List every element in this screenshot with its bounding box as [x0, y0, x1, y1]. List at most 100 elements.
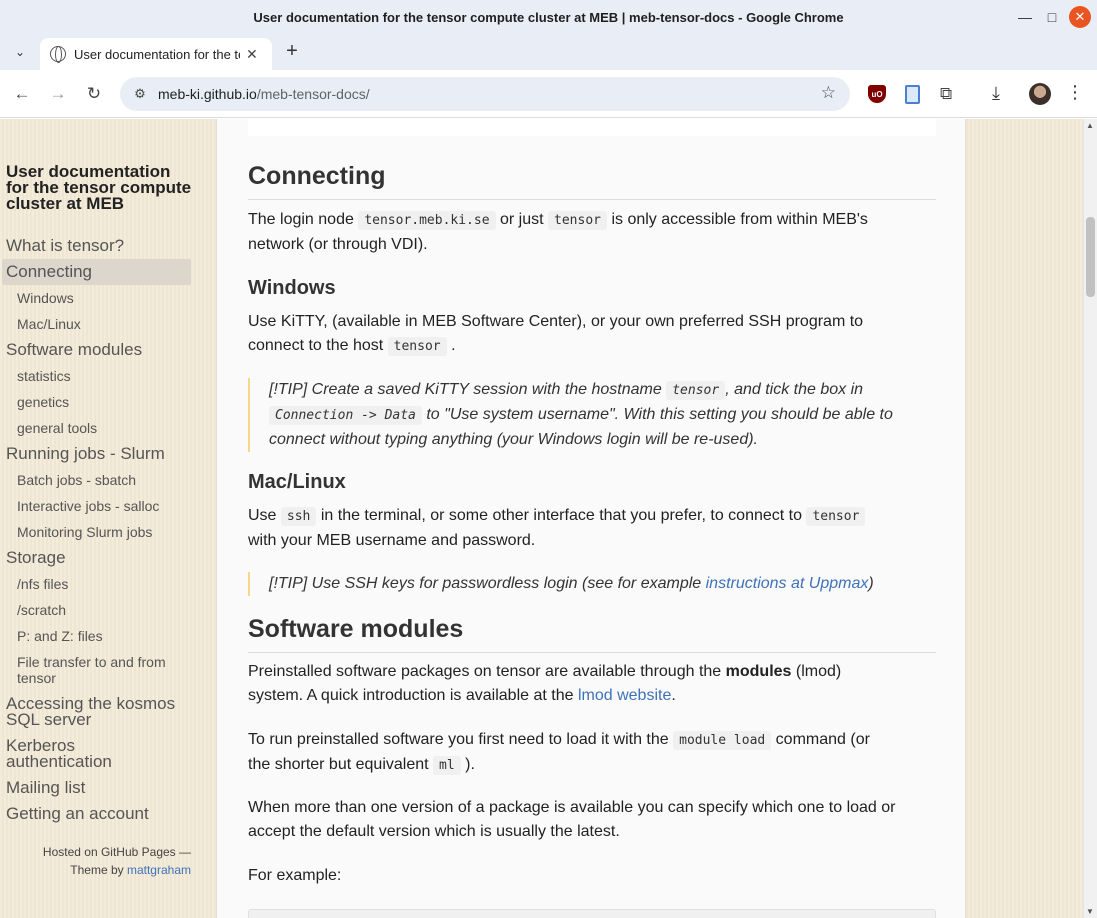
extensions-puzzle-icon[interactable]: ⧉ [940, 84, 952, 104]
code-connection-data: Connection -> Data [269, 406, 422, 425]
minimize-button[interactable]: — [1014, 6, 1036, 28]
text: (lmod) [795, 663, 842, 680]
code-tensor: tensor [548, 211, 607, 230]
scroll-up-icon[interactable]: ▲ [1086, 121, 1094, 130]
nav-file-transfer[interactable]: File transfer to and from tensor [17, 654, 187, 686]
for-example-text: For example: [248, 867, 342, 884]
code-tensor: tensor [387, 337, 447, 356]
tab-search-button[interactable]: ⌄ [8, 40, 32, 64]
text: Use KiTTY, (available in MEB Software Ce… [248, 313, 864, 330]
heading-windows: Windows [248, 277, 336, 299]
nav-kerberos[interactable]: Kerberos authentication [6, 737, 166, 770]
text: the shorter but equivalent [248, 756, 429, 773]
tab-close-button[interactable]: ✕ [246, 46, 258, 63]
tip-kitty: [!TIP] Create a saved KiTTY session with… [248, 378, 936, 452]
software-paragraph-2: To run preinstalled software you first n… [248, 728, 938, 778]
uppmax-link[interactable]: instructions at Uppmax [706, 575, 869, 592]
address-bar[interactable]: ⚙ meb-ki.github.io/meb-tensor-docs/ ☆ [120, 77, 850, 111]
text: connect without typing anything (your Wi… [269, 431, 758, 448]
sidebar: User documentation for the tensor comput… [0, 119, 216, 918]
sidebar-footer: Hosted on GitHub Pages — Theme by mattgr… [0, 843, 191, 879]
code-ssh: ssh [280, 507, 317, 526]
page-scrollbar[interactable]: ▲ ▼ [1083, 119, 1097, 918]
window-titlebar: User documentation for the tensor comput… [0, 0, 1097, 34]
nav-windows[interactable]: Windows [17, 290, 74, 306]
mac-paragraph: Use ssh in the terminal, or some other i… [248, 504, 938, 553]
code-tensor: tensor [666, 381, 726, 400]
chevron-down-icon: ⌄ [14, 45, 26, 59]
nav-monitoring-jobs[interactable]: Monitoring Slurm jobs [17, 524, 152, 540]
text: system. A quick introduction is availabl… [248, 687, 574, 704]
document-extension-icon[interactable] [905, 85, 920, 104]
hosted-on-text: Hosted on GitHub Pages — [42, 845, 191, 859]
text: To run preinstalled software you first n… [248, 731, 669, 748]
text: [!TIP] Create a saved KiTTY session with… [269, 381, 662, 398]
maximize-button[interactable]: □ [1041, 6, 1063, 28]
close-window-button[interactable]: ✕ [1069, 6, 1091, 28]
nav-statistics[interactable]: statistics [17, 368, 71, 384]
ublock-extension-icon[interactable]: uO [868, 85, 886, 103]
globe-icon [50, 46, 66, 63]
nav-p-z-files[interactable]: P: and Z: files [17, 628, 103, 644]
software-paragraph-3: When more than one version of a package … [248, 796, 938, 844]
browser-menu-icon[interactable]: ⋮ [1066, 82, 1084, 103]
nav-interactive-jobs[interactable]: Interactive jobs - salloc [17, 498, 159, 514]
text: Use [248, 507, 277, 524]
scroll-down-icon[interactable]: ▼ [1086, 907, 1094, 916]
text: ) [868, 575, 874, 592]
site-info-icon[interactable]: ⚙ [130, 86, 150, 102]
scrollbar-thumb[interactable] [1086, 217, 1095, 297]
code-tensor-fqdn: tensor.meb.ki.se [358, 211, 496, 230]
reload-button[interactable]: ↻ [82, 82, 106, 106]
nav-storage[interactable]: Storage [6, 549, 66, 566]
nav-mailing-list[interactable]: Mailing list [6, 779, 85, 796]
nav-batch-jobs[interactable]: Batch jobs - sbatch [17, 472, 136, 488]
tab-active[interactable]: User documentation for the tensor comput… [40, 38, 272, 70]
bold-modules: modules [725, 663, 792, 680]
text: command (or [775, 731, 870, 748]
lmod-website-link[interactable]: lmod website [578, 687, 671, 704]
heading-mac-linux: Mac/Linux [248, 471, 346, 493]
nav-getting-account[interactable]: Getting an account [6, 805, 149, 822]
nav-running-jobs[interactable]: Running jobs - Slurm [6, 445, 165, 462]
nav-general-tools[interactable]: general tools [17, 420, 97, 436]
text: accept the default version which is usua… [248, 823, 620, 840]
theme-credit: Theme by mattgraham [0, 861, 191, 879]
theme-author-link[interactable]: mattgraham [127, 863, 191, 877]
nav-mac-linux[interactable]: Mac/Linux [17, 316, 81, 332]
text: to "Use system username". With this sett… [426, 406, 893, 423]
text: When more than one version of a package … [248, 799, 896, 816]
new-tab-button[interactable]: + [282, 41, 302, 62]
url-host: meb-ki.github.io [158, 86, 257, 102]
nav-nfs-files[interactable]: /nfs files [17, 576, 68, 592]
text: , and tick the box in [725, 381, 864, 398]
code-tensor: tensor [806, 507, 866, 526]
forward-button[interactable]: → [46, 82, 70, 106]
windows-paragraph: Use KiTTY, (available in MEB Software Ce… [248, 310, 938, 359]
tab-title: User documentation for the tensor comput… [74, 46, 240, 62]
nav-software-modules[interactable]: Software modules [6, 341, 142, 358]
text: ). [465, 756, 475, 773]
download-icon[interactable]: ⤓ [992, 83, 1000, 104]
web-page: User documentation for the tensor comput… [0, 119, 1097, 918]
text: connect to the host [248, 337, 384, 354]
profile-avatar[interactable] [1029, 83, 1051, 105]
back-button[interactable]: ← [10, 82, 34, 106]
theme-by-text: Theme by [70, 863, 124, 877]
browser-toolbar: ← → ↻ ⚙ meb-ki.github.io/meb-tensor-docs… [0, 70, 1097, 118]
text: . [451, 337, 456, 354]
code-module-load: module load [673, 731, 772, 750]
main-content: Connecting The login node tensor.meb.ki.… [216, 119, 966, 918]
text: . [671, 687, 676, 704]
window-title: User documentation for the tensor comput… [253, 9, 844, 25]
site-title[interactable]: User documentation for the tensor comput… [6, 163, 196, 212]
heading-software-modules: Software modules [248, 614, 936, 653]
tab-strip: ⌄ User documentation for the tensor comp… [0, 34, 1097, 70]
nav-connecting[interactable]: Connecting [6, 263, 92, 280]
bookmark-star-icon[interactable]: ☆ [821, 83, 836, 103]
nav-what-is-tensor[interactable]: What is tensor? [6, 237, 124, 254]
nav-genetics[interactable]: genetics [17, 394, 69, 410]
nav-scratch[interactable]: /scratch [17, 602, 66, 618]
nav-kosmos-sql[interactable]: Accessing the kosmos SQL server [6, 695, 191, 728]
text: Preinstalled software packages on tensor… [248, 663, 722, 680]
